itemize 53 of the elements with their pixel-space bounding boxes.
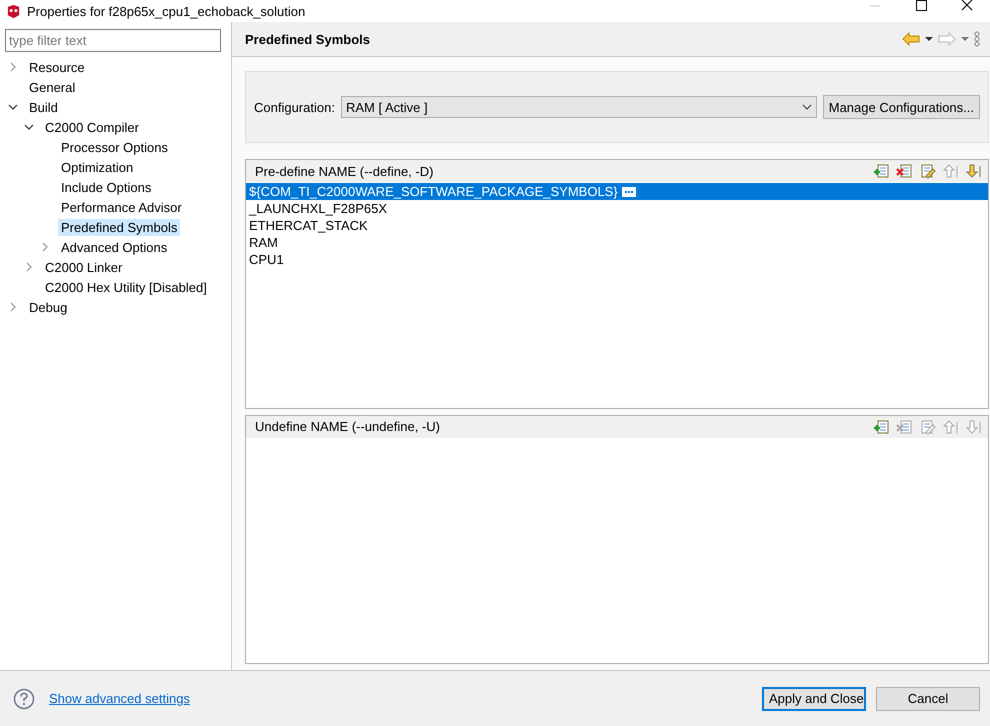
add-document-icon[interactable] [873, 163, 890, 179]
help-icon[interactable] [13, 688, 35, 710]
down-arrow-icon[interactable] [965, 163, 982, 179]
panel-title: Pre-define NAME (--define, -D) [255, 164, 434, 178]
delete-document-icon[interactable] [896, 163, 913, 179]
tree-item[interactable]: Advanced Options [58, 238, 170, 256]
forward-arrow-icon[interactable] [938, 32, 956, 46]
expand-chevron-icon[interactable] [40, 242, 50, 252]
back-arrow-icon[interactable] [902, 32, 920, 46]
dropdown-chevron-icon[interactable] [802, 104, 812, 110]
delete-document-icon[interactable] [896, 418, 913, 434]
manage-configurations-button[interactable]: Manage Configurations... [822, 95, 980, 119]
up-arrow-icon[interactable] [942, 418, 959, 434]
list-item[interactable]: ${COM_TI_C2000WARE_SOFTWARE_PACKAGE_SYMBOLS} [246, 183, 988, 200]
tree-item[interactable]: Predefined Symbols [58, 218, 180, 236]
tree-item[interactable]: C2000 Hex Utility [Disabled] [42, 278, 210, 296]
dropdown-caret-icon[interactable] [925, 36, 933, 42]
dialog-button[interactable]: Apply and Close [762, 686, 866, 710]
filter-field[interactable]: type filter text [5, 29, 221, 52]
tree-item[interactable]: C2000 Compiler [42, 118, 142, 136]
dialog-button[interactable]: Cancel [876, 686, 980, 710]
collapse-chevron-icon[interactable] [24, 122, 34, 132]
ellipsis-icon[interactable] [622, 186, 636, 196]
tree-item[interactable]: Debug [26, 298, 70, 316]
edit-document-icon[interactable] [919, 163, 936, 179]
tree-item[interactable]: Include Options [58, 178, 154, 196]
page-title: Predefined Symbols [245, 32, 370, 46]
tree-item[interactable]: C2000 Linker [42, 258, 126, 276]
collapse-chevron-icon[interactable] [8, 102, 18, 112]
tree-item[interactable]: Optimization [58, 158, 136, 176]
app-icon [6, 4, 21, 18]
configuration-label: Configuration: [254, 100, 335, 114]
panel-title: Undefine NAME (--undefine, -U) [255, 419, 440, 434]
expand-chevron-icon[interactable] [8, 62, 18, 72]
more-options-icon[interactable] [974, 31, 980, 47]
expand-chevron-icon[interactable] [8, 302, 18, 312]
list-item[interactable]: ETHERCAT_STACK [246, 217, 988, 234]
configuration-dropdown[interactable]: RAM [ Active ] [340, 96, 817, 118]
list-item[interactable]: CPU1 [246, 251, 988, 268]
up-arrow-icon[interactable] [942, 163, 959, 179]
show-advanced-settings-link[interactable]: Show advanced settings [49, 691, 190, 706]
edit-document-icon[interactable] [919, 418, 936, 434]
tree-item[interactable]: General [26, 78, 78, 96]
tree-item[interactable]: Resource [26, 58, 88, 76]
down-arrow-icon[interactable] [965, 418, 982, 434]
window-title: Properties for f28p65x_cpu1_echoback_solution [27, 4, 306, 18]
add-document-icon[interactable] [873, 418, 890, 434]
list-item[interactable]: RAM [246, 234, 988, 251]
list-item[interactable]: _LAUNCHXL_F28P65X [246, 200, 988, 217]
tree-item[interactable]: Build [26, 98, 61, 116]
tree-item[interactable]: Processor Options [58, 138, 171, 156]
tree-item[interactable]: Performance Advisor [58, 198, 185, 216]
expand-chevron-icon[interactable] [24, 262, 34, 272]
